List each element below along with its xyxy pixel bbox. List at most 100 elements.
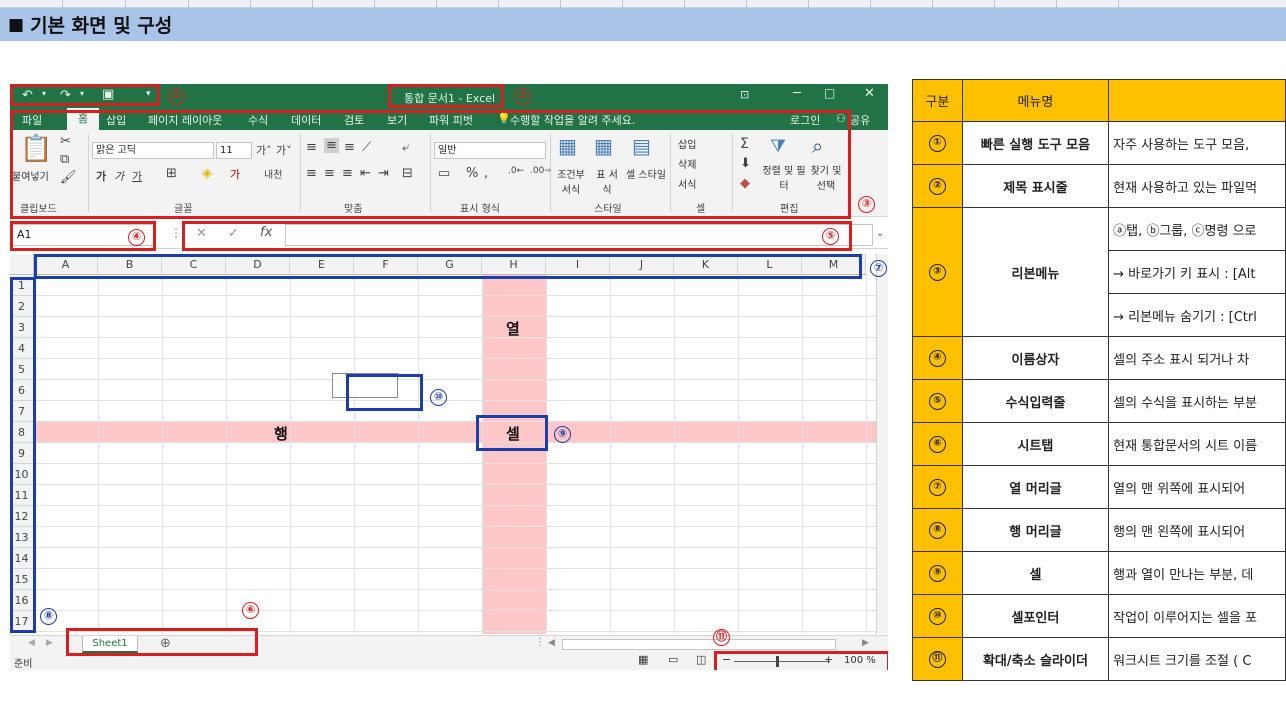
annotation-cellpointer-box	[346, 374, 423, 411]
vertical-scrollbar[interactable]	[876, 254, 888, 634]
row-number: ⑦	[912, 465, 963, 509]
marker-11: ⑪	[713, 629, 730, 646]
ruler-tick	[684, 0, 685, 8]
menu-description: 자주 사용하는 도구 모음,	[1108, 121, 1286, 165]
menu-name: 리본메뉴	[961, 207, 1110, 337]
grid-line	[290, 275, 291, 634]
page-layout-view-icon[interactable]: ▭	[668, 653, 678, 666]
menu-name: 셀포인터	[961, 594, 1110, 638]
row-number: ④	[912, 336, 963, 380]
grid-line	[34, 316, 876, 317]
annotation-qat-box	[10, 84, 160, 106]
annotation-row-header-box	[10, 277, 36, 633]
circled-number: ①	[928, 135, 946, 152]
annotation-ribbon-box	[10, 110, 851, 219]
expand-formula-icon[interactable]: ⌄	[876, 228, 884, 239]
top-ruler-band	[0, 0, 1286, 8]
grid-line	[34, 400, 876, 401]
table-row: ⑤ 수식입력줄 셀의 수식을 표시하는 부분	[912, 379, 1286, 423]
circled-number: ⑩	[928, 608, 946, 625]
splitter-icon[interactable]: ⋮	[535, 637, 545, 648]
grid-line	[738, 275, 739, 634]
worksheet-grid[interactable]: A B C D E F G H I J K L M 1 2 3 4 5 6 7 8 9 10 11 12 13 14 15 16 17 열 행…	[10, 254, 888, 634]
row-number: ⑥	[912, 422, 963, 466]
grid-line	[802, 275, 803, 634]
grid-line	[482, 275, 483, 634]
grid-line	[98, 275, 99, 634]
ruler-tick	[436, 0, 437, 8]
menu-description: → 바로가기 키 표시 : [Alt	[1108, 250, 1286, 294]
row-highlight	[34, 422, 876, 443]
menu-description: 작업이 이루어지는 셀을 포	[1108, 594, 1286, 638]
grid-line	[34, 442, 876, 443]
scroll-prev-sheet-icon[interactable]: ◀	[28, 638, 35, 648]
menu-name: 시트탭	[961, 422, 1110, 466]
grid-line	[34, 526, 876, 527]
table-row: ② 제목 표시줄 현재 사용하고 있는 파일먹	[912, 164, 1286, 208]
ribbon-display-icon[interactable]: ⊡	[740, 88, 749, 101]
hscroll-right-icon[interactable]: ▶	[862, 638, 869, 648]
table-row: ⑩ 셀포인터 작업이 이루어지는 셀을 포	[912, 594, 1286, 638]
menu-name: 제목 표시줄	[961, 164, 1110, 208]
scroll-next-sheet-icon[interactable]: ▶	[46, 638, 53, 648]
grid-line	[418, 275, 419, 634]
close-icon[interactable]: ✕	[864, 86, 875, 101]
circled-number: ③	[928, 264, 946, 281]
grid-line	[610, 275, 611, 634]
select-all-corner[interactable]	[10, 254, 34, 275]
row-label: 행	[274, 425, 288, 443]
grid-line	[34, 547, 876, 548]
share-button[interactable]: 공유	[850, 112, 870, 128]
annotation-title-box	[388, 84, 504, 108]
menu-description: 셀의 수식을 표시하는 부분	[1108, 379, 1286, 423]
marker-8: ⑧	[40, 608, 57, 625]
circled-number: ②	[928, 178, 946, 195]
menu-description: 셀의 주소 표시 되거나 차	[1108, 336, 1286, 380]
menu-name: 행 머리글	[961, 508, 1110, 552]
grid-line	[226, 275, 227, 634]
menu-name: 빠른 실행 도구 모음	[961, 121, 1110, 165]
ruler-tick	[932, 0, 933, 8]
annotation-cell-box	[476, 415, 548, 451]
circled-number: ⑦	[928, 479, 946, 496]
status-text: 준비	[14, 659, 33, 670]
table-row: ③ 리본메뉴 ⓐ탭, ⓑ그룹, ⓒ명령 으로	[912, 207, 1286, 337]
annotation-zoom-box	[714, 651, 888, 670]
grid-line	[34, 358, 876, 359]
header-description	[1108, 79, 1286, 122]
table-row: ① 빠른 실행 도구 모음 자주 사용하는 도구 모음,	[912, 121, 1286, 165]
hscroll-left-icon[interactable]: ◀	[548, 638, 555, 648]
menu-name: 확대/축소 슬라이더	[961, 637, 1110, 681]
marker-6: ⑥	[242, 602, 259, 619]
minimize-icon[interactable]: ─	[793, 86, 801, 101]
annotation-formula-box	[182, 221, 852, 251]
maximize-icon[interactable]: □	[824, 86, 835, 100]
ruler-tick	[1118, 0, 1119, 8]
menu-description: 행의 맨 왼쪽에 표시되어	[1108, 508, 1286, 552]
table-row: ⑥ 시트탭 현재 통합문서의 시트 이름	[912, 422, 1286, 466]
menu-description: 현재 통합문서의 시트 이름	[1108, 422, 1286, 466]
grid-line	[34, 610, 876, 611]
ruler-tick	[1056, 0, 1057, 8]
menu-description: 열의 맨 위쪽에 표시되어	[1108, 465, 1286, 509]
row-number: ⑩	[912, 594, 963, 638]
table-row: ④ 이름상자 셀의 주소 표시 되거나 차	[912, 336, 1286, 380]
menu-name: 열 머리글	[961, 465, 1110, 509]
marker-7: ⑦	[870, 260, 887, 277]
hscroll-thumb[interactable]	[562, 639, 836, 650]
circled-number: ⑪	[928, 651, 946, 668]
grid-line	[34, 589, 876, 590]
ruler-tick	[622, 0, 623, 8]
row-number: ⑤	[912, 379, 963, 423]
normal-view-icon[interactable]: ▦	[638, 653, 648, 666]
circled-number: ⑤	[928, 393, 946, 410]
marker-3: ③	[858, 196, 875, 213]
menu-description: 행과 열이 만나는 부분, 데	[1108, 551, 1286, 595]
column-label: 열	[506, 320, 520, 338]
marker-4: ④	[128, 229, 145, 246]
grid-line	[34, 295, 876, 296]
page-break-view-icon[interactable]: ◫	[696, 653, 706, 666]
marker-1: ①	[168, 88, 185, 105]
table-row: ⑨ 셀 행과 열이 만나는 부분, 데	[912, 551, 1286, 595]
ruler-tick	[994, 0, 995, 8]
